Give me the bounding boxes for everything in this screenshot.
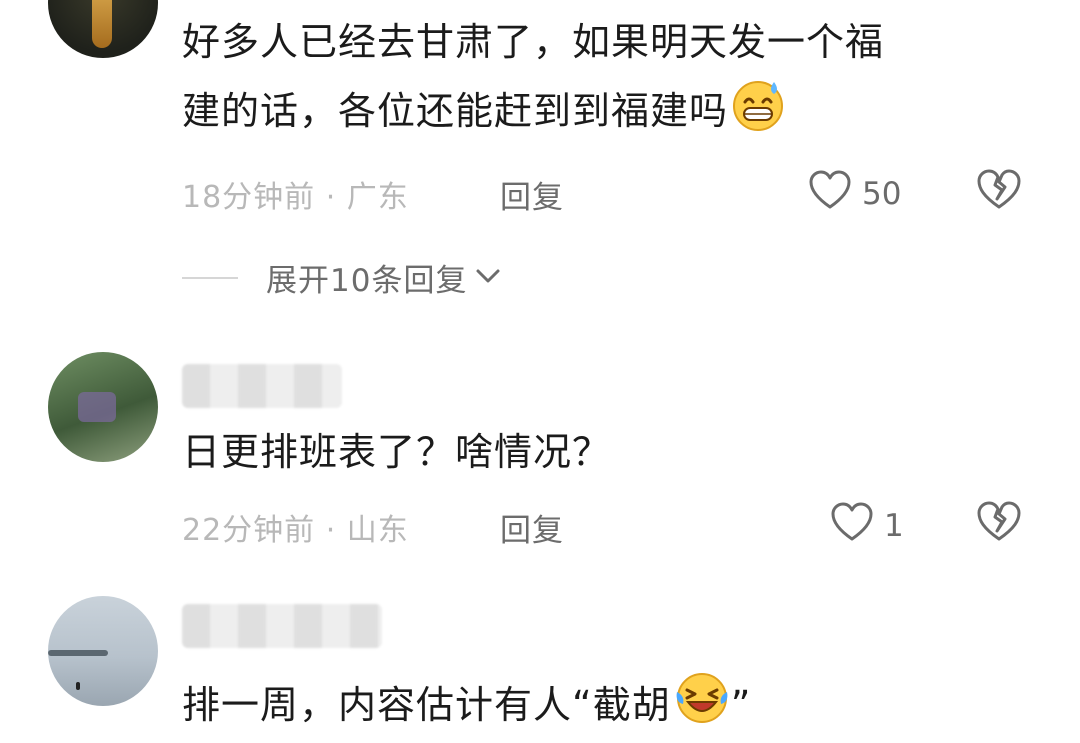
avatar[interactable] [48, 352, 158, 462]
laughing-tears-emoji-icon [673, 668, 731, 737]
dislike-button[interactable] [976, 500, 1022, 546]
username-redacted[interactable] [182, 604, 382, 648]
username-redacted[interactable] [182, 364, 342, 408]
like-count: 1 [884, 508, 904, 544]
chevron-down-icon [475, 267, 501, 289]
like-count: 50 [862, 176, 902, 212]
reply-button[interactable]: 回复 [500, 505, 564, 550]
reply-button[interactable]: 回复 [500, 172, 564, 217]
divider [182, 276, 238, 279]
avatar[interactable] [48, 0, 158, 58]
dislike-button[interactable] [976, 168, 1022, 214]
like-button[interactable]: 1 [830, 502, 904, 550]
broken-heart-icon [976, 169, 1022, 214]
comment-text: 排一周，内容估计有人“截胡 ” [182, 668, 751, 737]
comment-text-body: 排一周，内容估计有人“截胡 [182, 683, 671, 727]
heart-outline-icon [830, 502, 874, 550]
comment-text: 日更排班表了？啥情况？ [182, 430, 612, 474]
expand-replies-button[interactable]: 展开10条回复 [182, 255, 501, 300]
expand-replies-label: 展开10条回复 [266, 263, 468, 299]
broken-heart-icon [976, 501, 1022, 546]
comment-meta: 18分钟前 · 广东 [182, 180, 409, 215]
comment-text-line-1: 好多人已经去甘肃了，如果明天发一个福 [182, 20, 885, 64]
comment-text: 好多人已经去甘肃了，如果明天发一个福 建的话，各位还能赶到到福建吗 [182, 20, 884, 142]
grinning-sweat-emoji-icon [730, 76, 786, 143]
like-button[interactable]: 50 [808, 170, 901, 218]
avatar[interactable] [48, 596, 158, 706]
comment-meta: 22分钟前 · 山东 [182, 513, 409, 548]
comment-text-line-2: 建的话，各位还能赶到到福建吗 [182, 88, 729, 133]
comment-text-tail: ” [730, 683, 752, 727]
heart-outline-icon [808, 170, 852, 218]
